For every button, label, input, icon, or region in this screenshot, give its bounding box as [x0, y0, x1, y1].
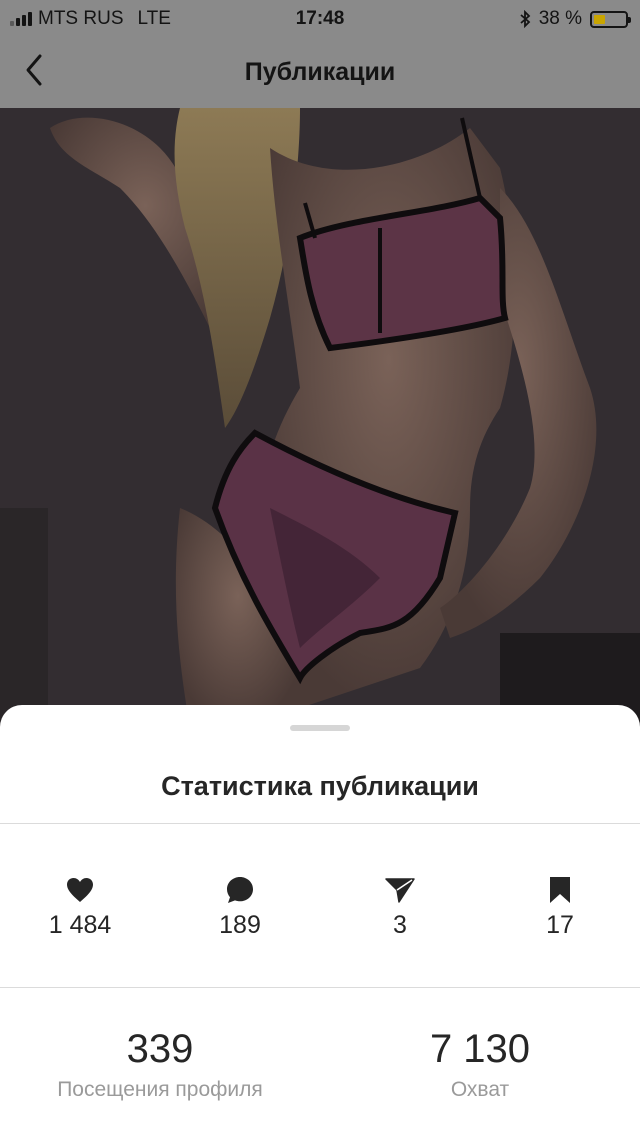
comment-icon	[227, 877, 253, 903]
comments-count: 189	[219, 911, 261, 939]
nav-bar: Публикации	[0, 36, 640, 108]
metric-shares: 3	[320, 875, 480, 940]
battery-icon	[590, 10, 631, 28]
likes-count: 1 484	[48, 911, 112, 939]
profile-visits-value: 339	[126, 1027, 194, 1071]
status-right: 38 %	[519, 8, 631, 30]
divider	[0, 823, 640, 824]
sheet-title: Статистика публикации	[161, 771, 479, 801]
profile-visits-label: Посещения профиля	[57, 1078, 263, 1101]
saves-count: 17	[546, 911, 574, 939]
battery-percent: 38 %	[538, 8, 582, 29]
send-icon	[385, 878, 415, 903]
shares-count: 3	[393, 911, 407, 939]
post-insights-sheet: Статистика публикации 1 484 189 3 17 339…	[0, 705, 640, 1138]
heart-icon	[67, 878, 93, 902]
reach-label: Охват	[450, 1078, 510, 1101]
metric-saves: 17	[480, 875, 640, 940]
status-bar: MTS RUS LTE 17:48 38 %	[0, 0, 640, 36]
page-title: Публикации	[244, 58, 396, 86]
battery-level	[594, 14, 606, 24]
metric-comments: 189	[160, 875, 320, 940]
sheet-grabber[interactable]	[290, 725, 350, 731]
post-image	[0, 108, 640, 728]
reach-value: 7 130	[429, 1027, 531, 1071]
bookmark-icon	[550, 877, 570, 903]
reach: 7 130 Охват	[320, 1027, 640, 1102]
bluetooth-icon	[520, 10, 531, 28]
metric-likes: 1 484	[0, 875, 160, 940]
profile-visits: 339 Посещения профиля	[0, 1027, 320, 1102]
divider	[0, 987, 640, 988]
